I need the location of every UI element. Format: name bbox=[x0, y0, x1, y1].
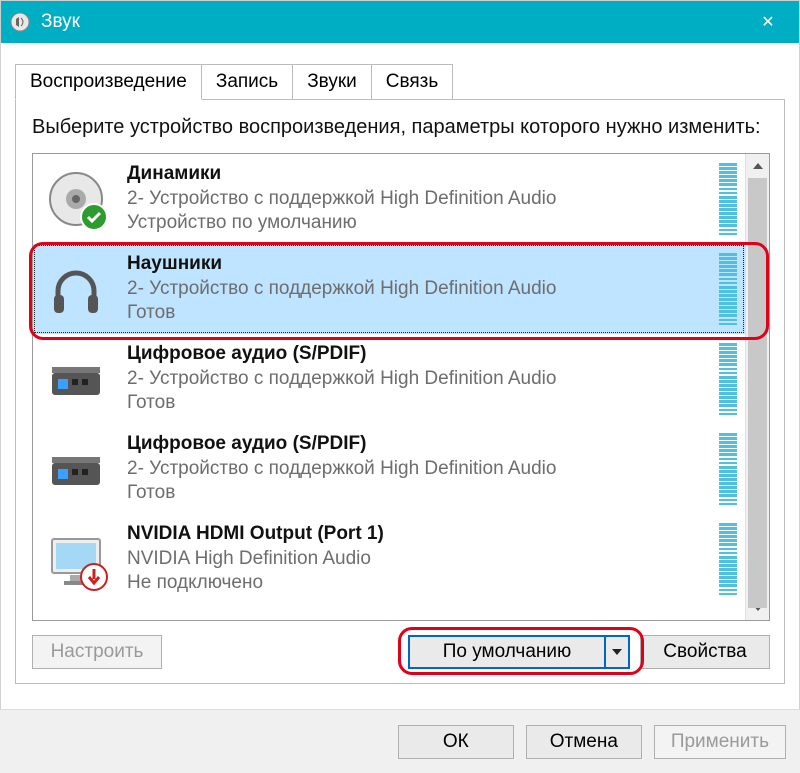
set-default-label: По умолчанию bbox=[410, 637, 606, 667]
device-desc: 2- Устройство с поддержкой High Definiti… bbox=[127, 277, 711, 302]
device-text: Наушники2- Устройство с поддержкой High … bbox=[127, 252, 711, 326]
tab-communications[interactable]: Связь bbox=[371, 64, 454, 100]
device-text: Динамики2- Устройство с поддержкой High … bbox=[127, 162, 711, 236]
device-status: Устройство по умолчанию bbox=[127, 211, 711, 236]
device-name: Наушники bbox=[127, 252, 711, 277]
apply-button[interactable]: Применить bbox=[654, 725, 786, 759]
device-row[interactable]: Цифровое аудио (S/PDIF)2- Устройство с п… bbox=[33, 424, 745, 514]
level-meter bbox=[719, 163, 737, 235]
scroll-track[interactable] bbox=[746, 178, 769, 596]
ok-button[interactable]: ОК bbox=[398, 725, 514, 759]
device-name: Цифровое аудио (S/PDIF) bbox=[127, 432, 711, 457]
level-meter bbox=[719, 253, 737, 325]
dialog-body: Воспроизведение Запись Звуки Связь Выбер… bbox=[1, 43, 799, 684]
titlebar: Звук ✕ bbox=[1, 1, 799, 43]
properties-button[interactable]: Свойства bbox=[640, 635, 770, 669]
device-status: Готов bbox=[127, 481, 711, 506]
device-desc: 2- Устройство с поддержкой High Definiti… bbox=[127, 457, 711, 482]
speaker-icon bbox=[39, 162, 113, 236]
footer: ОК Отмена Применить bbox=[0, 709, 800, 773]
chevron-down-icon[interactable] bbox=[606, 637, 628, 667]
button-row: Настроить По умолчанию Свойства bbox=[32, 635, 770, 669]
scroll-thumb[interactable] bbox=[748, 178, 767, 608]
device-desc: 2- Устройство с поддержкой High Definiti… bbox=[127, 187, 711, 212]
tab-strip: Воспроизведение Запись Звуки Связь bbox=[15, 63, 785, 99]
device-text: NVIDIA HDMI Output (Port 1)NVIDIA High D… bbox=[127, 522, 711, 596]
device-desc: NVIDIA High Definition Audio bbox=[127, 547, 711, 572]
device-list: Динамики2- Устройство с поддержкой High … bbox=[32, 153, 770, 621]
sound-icon bbox=[9, 11, 31, 33]
level-meter bbox=[719, 433, 737, 505]
device-name: Динамики bbox=[127, 162, 711, 187]
device-text: Цифровое аудио (S/PDIF)2- Устройство с п… bbox=[127, 432, 711, 506]
spdif-icon bbox=[39, 432, 113, 506]
device-status: Готов bbox=[127, 391, 711, 416]
tab-sounds[interactable]: Звуки bbox=[292, 64, 372, 100]
device-row[interactable]: NVIDIA HDMI Output (Port 1)NVIDIA High D… bbox=[33, 514, 745, 604]
device-text: Цифровое аудио (S/PDIF)2- Устройство с п… bbox=[127, 342, 711, 416]
device-row[interactable]: Цифровое аудио (S/PDIF)2- Устройство с п… bbox=[33, 334, 745, 424]
close-button[interactable]: ✕ bbox=[745, 1, 791, 43]
tab-content: Выберите устройство воспроизведения, пар… bbox=[15, 99, 785, 684]
headphones-icon bbox=[39, 252, 113, 326]
scrollbar[interactable] bbox=[745, 154, 769, 620]
window-title: Звук bbox=[41, 11, 745, 33]
device-row[interactable]: Динамики2- Устройство с поддержкой High … bbox=[33, 154, 745, 244]
tab-recording[interactable]: Запись bbox=[201, 64, 293, 100]
level-meter bbox=[719, 343, 737, 415]
device-desc: 2- Устройство с поддержкой High Definiti… bbox=[127, 367, 711, 392]
set-default-button[interactable]: По умолчанию bbox=[408, 635, 630, 669]
scroll-up-icon[interactable] bbox=[746, 154, 769, 178]
device-row[interactable]: Наушники2- Устройство с поддержкой High … bbox=[33, 244, 745, 334]
level-meter bbox=[719, 523, 737, 595]
spdif-icon bbox=[39, 342, 113, 416]
device-status: Готов bbox=[127, 301, 711, 326]
device-status: Не подключено bbox=[127, 571, 711, 596]
cancel-button[interactable]: Отмена bbox=[526, 725, 642, 759]
instruction-text: Выберите устройство воспроизведения, пар… bbox=[32, 114, 770, 141]
device-name: NVIDIA HDMI Output (Port 1) bbox=[127, 522, 711, 547]
configure-button[interactable]: Настроить bbox=[32, 635, 162, 669]
monitor-icon bbox=[39, 522, 113, 596]
device-name: Цифровое аудио (S/PDIF) bbox=[127, 342, 711, 367]
tab-playback[interactable]: Воспроизведение bbox=[15, 64, 202, 100]
